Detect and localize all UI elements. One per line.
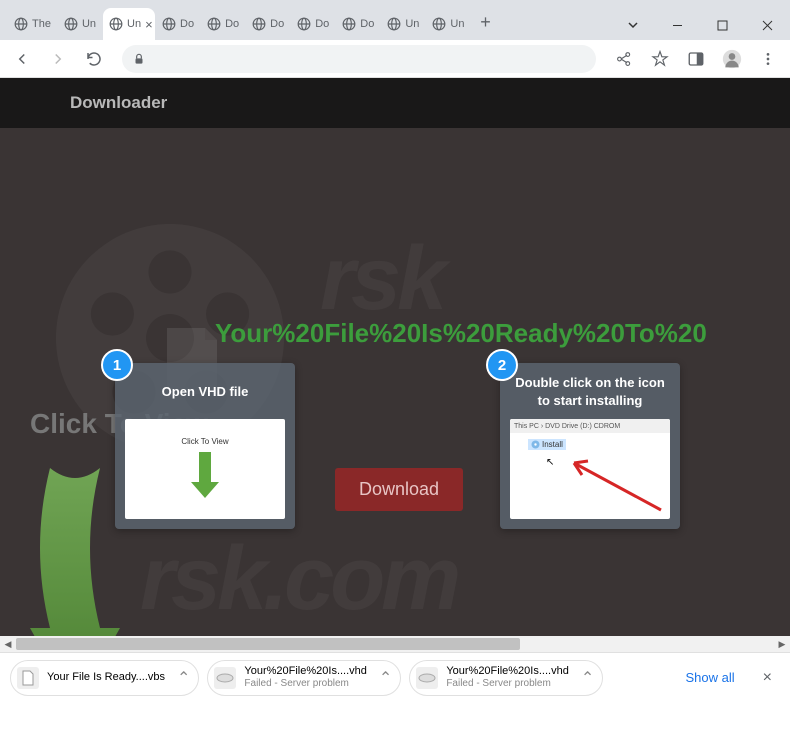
- tab-label: Do: [225, 18, 239, 30]
- page-viewport: Downloader rsk rsk.com Your%20File%20Is%…: [0, 78, 790, 652]
- install-label: Install: [542, 440, 563, 449]
- step-card-2: 2 Double click on the icon to start inst…: [500, 363, 680, 529]
- explorer-path: This PC › DVD Drive (D:) CDROM: [510, 419, 670, 433]
- site-header: Downloader: [0, 78, 790, 128]
- step-card-1: 1 Open VHD file Click To View: [115, 363, 295, 529]
- globe-icon: [297, 17, 311, 31]
- download-item[interactable]: Your%20File%20Is....vhdFailed - Server p…: [409, 660, 603, 696]
- tab-label: Un: [127, 18, 141, 30]
- show-all-button[interactable]: Show all: [674, 664, 747, 691]
- browser-tab[interactable]: Un: [58, 8, 102, 40]
- tab-label: Do: [180, 18, 194, 30]
- new-tab-button[interactable]: +: [471, 8, 499, 36]
- lock-icon: [132, 52, 146, 66]
- dropdown-icon[interactable]: [610, 10, 655, 40]
- scrollbar-thumb[interactable]: [16, 638, 520, 650]
- scroll-right-icon[interactable]: ▶: [774, 636, 790, 652]
- close-icon[interactable]: ×: [145, 17, 153, 32]
- scroll-left-icon[interactable]: ◀: [0, 636, 16, 652]
- reload-button[interactable]: [78, 43, 110, 75]
- globe-icon: [387, 17, 401, 31]
- browser-tab[interactable]: Un: [426, 8, 470, 40]
- back-button[interactable]: [6, 43, 38, 75]
- down-arrow-icon: [187, 450, 223, 500]
- chevron-up-icon[interactable]: ⌃: [581, 668, 594, 688]
- headline-text: Your%20File%20Is%20Ready%20To%20: [215, 318, 707, 349]
- install-file: Install: [528, 439, 566, 450]
- tab-label: Do: [270, 18, 284, 30]
- tab-label: Un: [405, 18, 419, 30]
- share-icon[interactable]: [608, 43, 640, 75]
- browser-tab[interactable]: Un: [381, 8, 425, 40]
- browser-tab[interactable]: Do: [156, 8, 200, 40]
- tab-label: Do: [360, 18, 374, 30]
- download-item[interactable]: Your File Is Ready....vbs ⌃: [10, 660, 199, 696]
- chevron-up-icon[interactable]: ⌃: [177, 668, 190, 688]
- url-input[interactable]: [122, 45, 596, 73]
- disk-icon: [214, 667, 236, 689]
- globe-icon: [109, 17, 123, 31]
- cursor-icon: ↖: [546, 457, 554, 468]
- page-body: rsk rsk.com Your%20File%20Is%20Ready%20T…: [0, 128, 790, 652]
- disk-icon: [416, 667, 438, 689]
- browser-tab[interactable]: Do: [201, 8, 245, 40]
- site-title: Downloader: [70, 93, 167, 113]
- globe-icon: [432, 17, 446, 31]
- download-status: Failed - Server problem: [244, 678, 367, 690]
- forward-button[interactable]: [42, 43, 74, 75]
- download-filename: Your%20File%20Is....vhd: [446, 665, 569, 678]
- close-button[interactable]: [745, 10, 790, 40]
- browser-tab[interactable]: Do: [246, 8, 290, 40]
- window-controls: [610, 10, 790, 40]
- profile-icon[interactable]: [716, 43, 748, 75]
- address-bar: [0, 40, 790, 78]
- step-title: Double click on the icon to start instal…: [510, 373, 670, 411]
- browser-tab[interactable]: Do: [291, 8, 335, 40]
- globe-icon: [342, 17, 356, 31]
- menu-icon[interactable]: [752, 43, 784, 75]
- step-badge: 1: [101, 349, 133, 381]
- step-thumbnail: Click To View: [125, 419, 285, 519]
- minimize-button[interactable]: [655, 10, 700, 40]
- maximize-button[interactable]: [700, 10, 745, 40]
- globe-icon: [14, 17, 28, 31]
- download-item[interactable]: Your%20File%20Is....vhdFailed - Server p…: [207, 660, 401, 696]
- tab-label: Do: [315, 18, 329, 30]
- step-title: Open VHD file: [125, 373, 285, 411]
- download-button[interactable]: Download: [335, 468, 463, 511]
- tab-strip: The Un Un × Do Do Do Do Do Un Un +: [0, 8, 610, 40]
- chevron-up-icon[interactable]: ⌃: [379, 668, 392, 688]
- globe-icon: [64, 17, 78, 31]
- globe-icon: [207, 17, 221, 31]
- browser-tab[interactable]: Do: [336, 8, 380, 40]
- step-thumbnail: This PC › DVD Drive (D:) CDROM Install ↖: [510, 419, 670, 519]
- globe-icon: [162, 17, 176, 31]
- red-arrow-icon: [556, 455, 666, 515]
- watermark-text: rsk: [320, 228, 443, 331]
- bookmark-icon[interactable]: [644, 43, 676, 75]
- down-arrow-icon: [20, 428, 130, 652]
- browser-tab[interactable]: The: [8, 8, 57, 40]
- sidepanel-icon[interactable]: [680, 43, 712, 75]
- browser-titlebar: The Un Un × Do Do Do Do Do Un Un +: [0, 0, 790, 40]
- tab-label: The: [32, 18, 51, 30]
- thumb-label: Click To View: [181, 437, 228, 446]
- horizontal-scrollbar[interactable]: ◀ ▶: [0, 636, 790, 652]
- download-filename: Your%20File%20Is....vhd: [244, 665, 367, 678]
- tab-label: Un: [450, 18, 464, 30]
- download-status: Failed - Server problem: [446, 678, 569, 690]
- browser-tab-active[interactable]: Un ×: [103, 8, 155, 40]
- download-filename: Your File Is Ready....vbs: [47, 671, 165, 684]
- watermark-text: rsk.com: [140, 528, 457, 631]
- close-icon[interactable]: ×: [755, 669, 780, 687]
- download-shelf: Your File Is Ready....vbs ⌃ Your%20File%…: [0, 652, 790, 702]
- file-icon: [17, 667, 39, 689]
- globe-icon: [252, 17, 266, 31]
- disc-icon: [531, 440, 540, 449]
- step-badge: 2: [486, 349, 518, 381]
- tab-label: Un: [82, 18, 96, 30]
